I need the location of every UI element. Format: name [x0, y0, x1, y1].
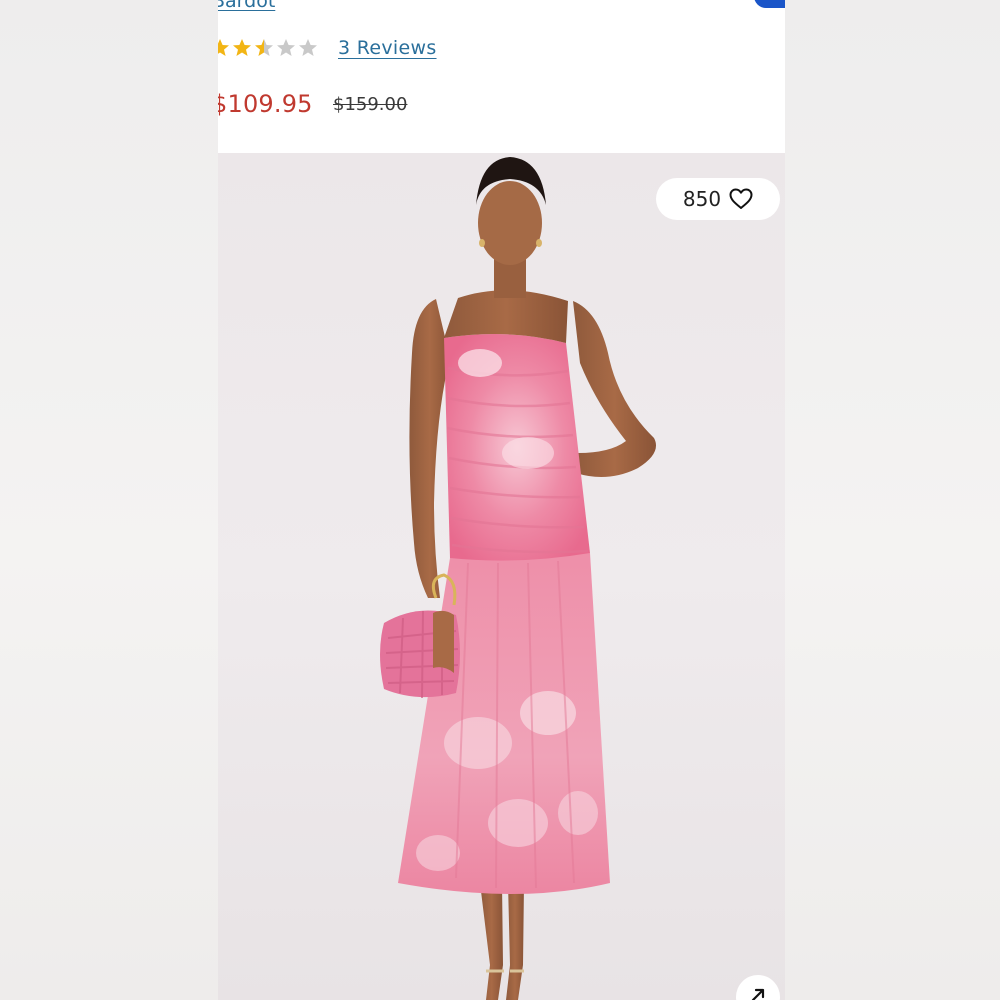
- product-page: Bardot 3 Reviews $109.95 $159.00 850: [218, 0, 785, 1000]
- sale-price: $109.95: [218, 90, 313, 118]
- like-count: 850: [682, 187, 722, 211]
- model-in-dress-image: [380, 157, 656, 1000]
- star-icon: [218, 39, 229, 56]
- reviews-link[interactable]: 3 Reviews: [338, 37, 437, 59]
- heart-icon: [729, 188, 753, 209]
- star-icon: [233, 39, 251, 56]
- star-empty-icon: [277, 39, 295, 56]
- right-backdrop: [785, 0, 1000, 1000]
- like-button[interactable]: 850: [656, 178, 780, 220]
- star-rating: [218, 38, 320, 60]
- star-half-icon: [255, 39, 273, 56]
- top-action-button[interactable]: [754, 0, 785, 8]
- product-info-panel: Bardot 3 Reviews $109.95 $159.00: [218, 0, 785, 153]
- product-image[interactable]: 850: [218, 153, 785, 1000]
- original-price: $159.00: [333, 94, 408, 115]
- star-empty-icon: [299, 39, 317, 56]
- brand-link[interactable]: Bardot: [218, 0, 275, 12]
- left-backdrop: [0, 0, 218, 1000]
- arrow-up-right-icon: [751, 988, 765, 1000]
